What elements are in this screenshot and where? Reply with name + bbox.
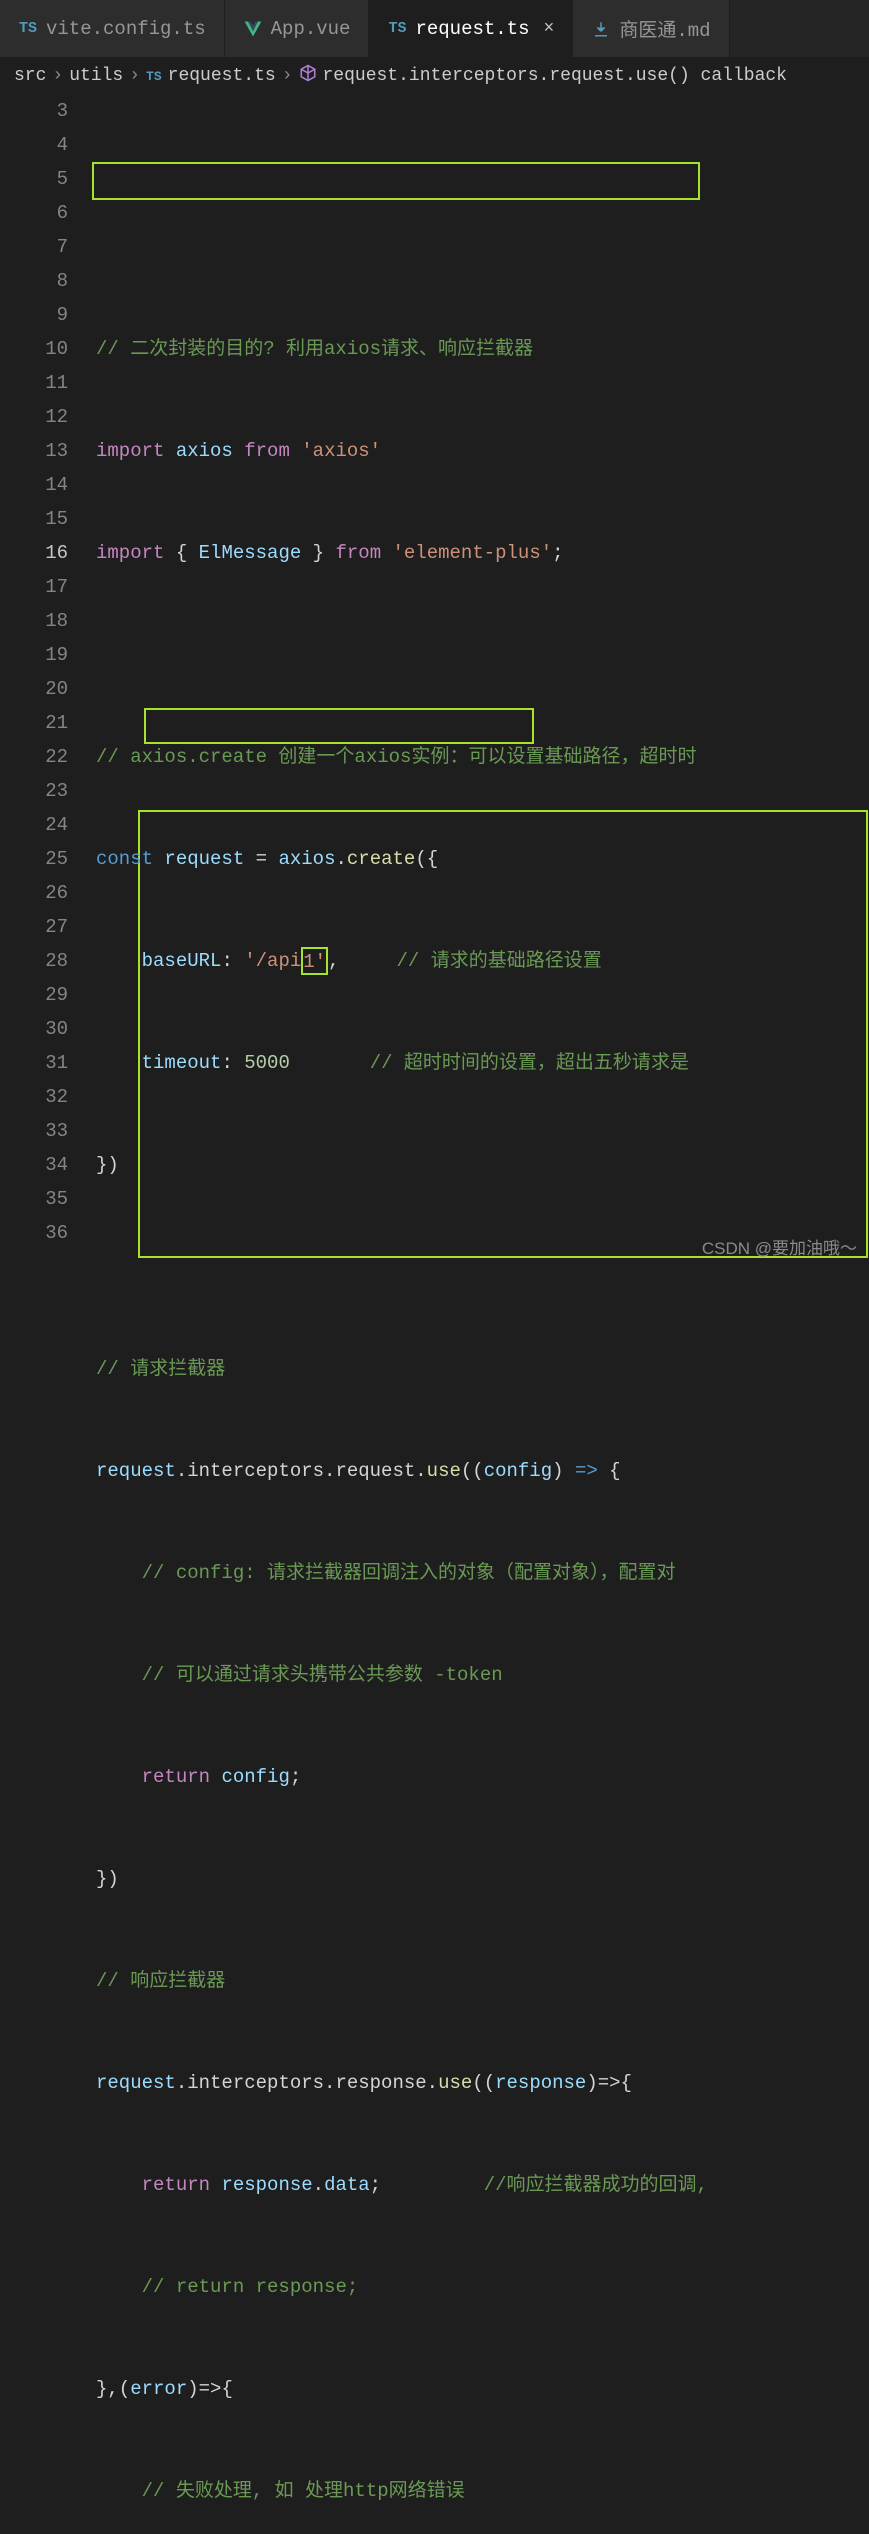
line-number: 36 [0,1216,68,1250]
ts-icon: TS [387,19,407,39]
code-editor[interactable]: 3456789101112131415161718192021222324252… [0,94,869,2534]
line-number: 9 [0,298,68,332]
vue-icon [243,19,263,39]
code-area[interactable]: // 二次封装的目的? 利用axios请求、响应拦截器 import axios… [96,94,869,2534]
line-number: 33 [0,1114,68,1148]
tab-label: App.vue [271,18,351,40]
line-number: 29 [0,978,68,1012]
line-number: 34 [0,1148,68,1182]
line-number: 10 [0,332,68,366]
editor-tabs: TS vite.config.ts App.vue TS request.ts … [0,0,869,58]
line-number: 5 [0,162,68,196]
line-number: 16 [0,536,68,570]
close-icon[interactable]: × [544,19,555,39]
tab-label: request.ts [415,18,529,40]
tab-markdown[interactable]: 商医通.md [573,0,729,57]
watermark: CSDN @要加油哦～ [702,1234,857,1259]
highlight-box: 1' [301,947,328,975]
breadcrumb-symbol[interactable]: request.interceptors.request.use() callb… [299,64,787,88]
chevron-right-icon: › [52,66,63,86]
breadcrumb-src[interactable]: src [14,66,46,86]
line-gutter: 3456789101112131415161718192021222324252… [0,94,96,2534]
highlight-box [144,708,534,744]
line-number: 27 [0,910,68,944]
line-number: 7 [0,230,68,264]
line-number: 18 [0,604,68,638]
line-number: 22 [0,740,68,774]
line-number: 12 [0,400,68,434]
line-number: 3 [0,94,68,128]
line-number: 35 [0,1182,68,1216]
tab-label: 商医通.md [619,15,710,42]
ts-icon: TS [146,69,162,84]
line-number: 32 [0,1080,68,1114]
line-number: 25 [0,842,68,876]
line-number: 8 [0,264,68,298]
line-number: 15 [0,502,68,536]
highlight-box [138,810,868,1258]
line-number: 19 [0,638,68,672]
tab-app-vue[interactable]: App.vue [225,0,370,57]
line-number: 21 [0,706,68,740]
line-number: 20 [0,672,68,706]
line-number: 6 [0,196,68,230]
line-number: 30 [0,1012,68,1046]
line-number: 23 [0,774,68,808]
tab-vite-config[interactable]: TS vite.config.ts [0,0,225,57]
ts-icon: TS [18,19,38,39]
line-number: 11 [0,366,68,400]
line-number: 26 [0,876,68,910]
line-number: 28 [0,944,68,978]
code-comment: // 二次封装的目的? 利用axios请求、响应拦截器 [96,338,533,360]
tab-request-ts[interactable]: TS request.ts × [369,0,573,57]
chevron-right-icon: › [129,66,140,86]
download-icon [591,19,611,39]
line-number: 4 [0,128,68,162]
tab-label: vite.config.ts [46,18,206,40]
line-number: 17 [0,570,68,604]
highlight-box [92,162,700,200]
breadcrumb-file[interactable]: TS request.ts [146,66,276,86]
cube-icon [299,64,317,88]
breadcrumb-utils[interactable]: utils [69,66,123,86]
line-number: 13 [0,434,68,468]
line-number: 14 [0,468,68,502]
chevron-right-icon: › [282,66,293,86]
line-number: 31 [0,1046,68,1080]
line-number: 24 [0,808,68,842]
breadcrumb: src › utils › TS request.ts › request.in… [0,58,869,94]
